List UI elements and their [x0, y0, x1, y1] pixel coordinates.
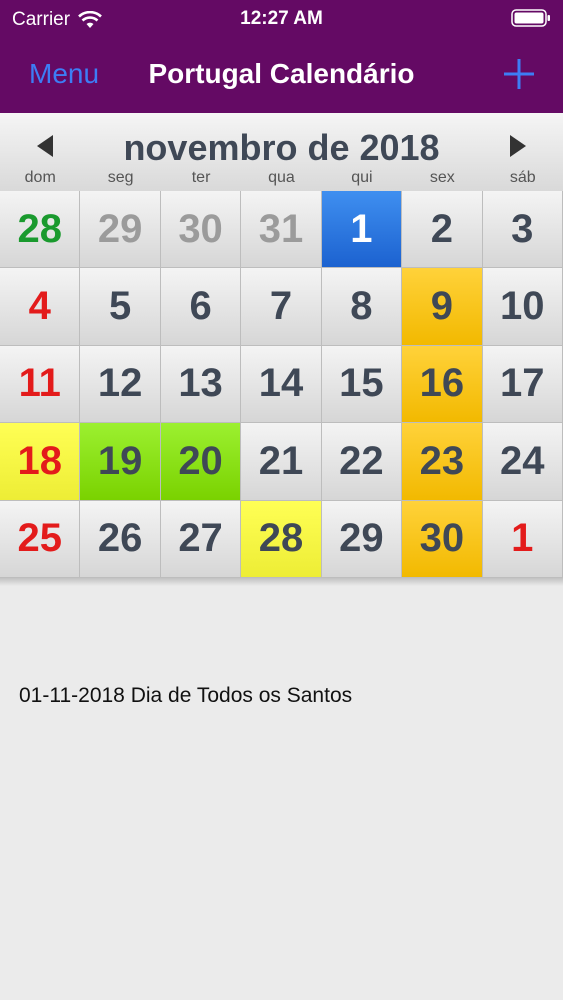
grid-shadow [0, 578, 563, 586]
day-cell[interactable]: 29 [321, 500, 403, 578]
day-cell[interactable]: 24 [482, 423, 563, 501]
weekday-label: sáb [509, 169, 536, 186]
day-cell[interactable]: 1 [321, 191, 403, 269]
day-cell[interactable]: 11 [0, 345, 81, 424]
navigation-bar: Menu Portugal Calendário [0, 40, 563, 113]
plus-icon[interactable] [501, 56, 537, 92]
day-cell[interactable]: 6 [160, 268, 242, 346]
day-cell[interactable]: 27 [160, 500, 242, 578]
day-cell[interactable]: 25 [0, 500, 81, 578]
day-cell[interactable]: 28 [0, 191, 81, 269]
day-cell[interactable]: 26 [80, 500, 161, 578]
day-cell[interactable]: 16 [402, 345, 483, 424]
weekday-label: seg [107, 169, 134, 186]
day-cell[interactable]: 21 [241, 423, 322, 501]
day-cell[interactable]: 23 [402, 423, 483, 501]
weekday-label: sex [429, 169, 455, 186]
weekday-label: dom [24, 169, 56, 186]
day-cell[interactable]: 14 [241, 345, 322, 424]
month-header: novembro de 2018 dom seg ter qua qui sex… [0, 113, 563, 191]
day-cell[interactable]: 30 [402, 500, 483, 578]
day-cell[interactable]: 12 [80, 345, 161, 424]
weekday-label: ter [191, 169, 211, 186]
day-cell[interactable]: 15 [321, 345, 403, 424]
day-cell[interactable]: 2 [402, 191, 483, 269]
weekday-row: dom seg ter qua qui sex sáb [0, 169, 563, 189]
day-cell[interactable]: 22 [321, 423, 403, 501]
day-cell[interactable]: 19 [80, 423, 161, 501]
weekday-label: qua [268, 169, 295, 186]
day-cell[interactable]: 8 [321, 268, 403, 346]
day-cell[interactable]: 17 [482, 345, 563, 424]
day-cell[interactable]: 9 [402, 268, 483, 346]
calendar-grid: 28 29 30 31 1 2 3 4 5 6 7 8 9 10 11 12 13 14 15 16 17 18 19 20 2… [0, 191, 563, 578]
day-cell[interactable]: 3 [482, 191, 563, 269]
day-cell[interactable]: 7 [241, 268, 322, 346]
day-cell[interactable]: 10 [482, 268, 563, 346]
triangle-right-icon[interactable] [502, 131, 532, 161]
day-cell[interactable]: 31 [241, 191, 322, 269]
day-cell[interactable]: 18 [0, 423, 81, 501]
page-title: Portugal Calendário [148, 58, 415, 89]
day-cell[interactable]: 13 [160, 345, 242, 424]
status-bar: Carrier 12:27 AM [0, 0, 563, 40]
month-title: novembro de 2018 [123, 127, 440, 168]
day-cell[interactable]: 1 [482, 500, 563, 578]
day-cell[interactable]: 29 [80, 191, 161, 269]
battery-icon [511, 9, 550, 27]
weekday-label: qui [351, 169, 373, 186]
status-time: 12:27 AM [240, 8, 323, 29]
day-cell[interactable]: 4 [0, 268, 81, 346]
holiday-entry: 01-11-2018 Dia de Todos os Santos [19, 684, 353, 707]
day-cell[interactable]: 5 [80, 268, 161, 346]
day-cell[interactable]: 30 [160, 191, 242, 269]
app-header: Carrier 12:27 AM Menu Portugal Calendári… [0, 0, 563, 113]
day-cell[interactable]: 20 [160, 423, 242, 501]
day-cell[interactable]: 28 [241, 500, 322, 578]
